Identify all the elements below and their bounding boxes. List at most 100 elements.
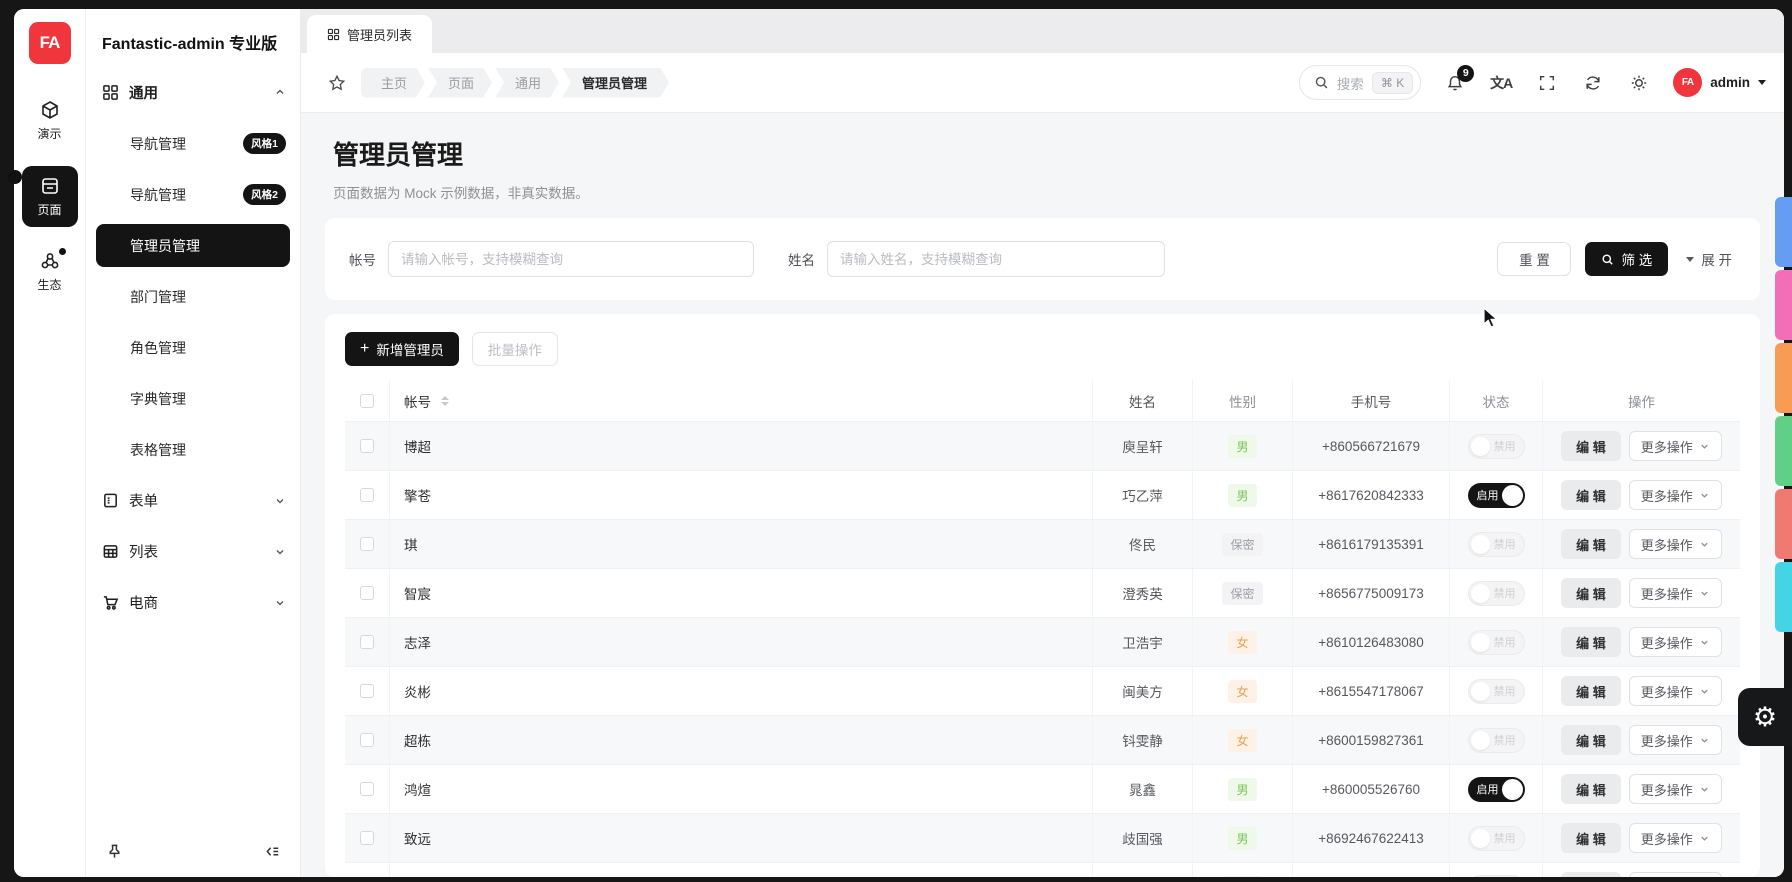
more-actions-button[interactable]: 更多操作 [1628,676,1722,706]
sidebar-item-nav-style1[interactable]: 导航管理 风格1 [86,118,300,169]
theme-color-strip-green[interactable] [1775,416,1792,486]
language-switch-button[interactable]: 文A [1489,71,1513,95]
status-toggle[interactable]: 禁用 [1467,629,1525,655]
settings-gear-button[interactable]: ⚙ [1738,688,1792,746]
app-logo[interactable]: FA [28,22,71,64]
edit-button[interactable]: 编 辑 [1561,431,1621,461]
header-account[interactable]: 帐号 [390,380,1093,421]
sidebar-item-label: 管理员管理 [130,237,200,254]
theme-color-strip-blue[interactable] [1775,197,1792,267]
edit-button[interactable]: 编 辑 [1561,578,1621,608]
rail-item-demo[interactable]: 演示 [22,92,78,150]
row-checkbox[interactable] [360,439,374,453]
more-actions-button[interactable]: 更多操作 [1628,529,1722,559]
edit-button[interactable]: 编 辑 [1561,872,1621,877]
theme-toggle-button[interactable] [1627,71,1651,95]
edit-button[interactable]: 编 辑 [1561,774,1621,804]
rail-item-ecosystem[interactable]: 生态 [22,243,78,301]
status-toggle[interactable]: 禁用 [1467,825,1525,851]
more-actions-button[interactable]: 更多操作 [1628,872,1722,877]
rail-item-pages[interactable]: 页面 [21,166,78,227]
more-actions-button[interactable]: 更多操作 [1628,431,1722,461]
cell-name: 佟民 [1093,520,1193,568]
breadcrumb-general[interactable]: 通用 [495,68,559,98]
sidebar-item-label: 字典管理 [130,390,186,407]
more-actions-button[interactable]: 更多操作 [1628,578,1722,608]
more-actions-button[interactable]: 更多操作 [1628,627,1722,657]
row-checkbox[interactable] [360,586,374,600]
row-checkbox[interactable] [360,488,374,502]
header-name: 姓名 [1093,380,1193,421]
status-toggle[interactable]: 启用 [1467,482,1525,508]
sidebar-group-forms[interactable]: 表单 [86,475,300,526]
sidebar-item-nav-style2[interactable]: 导航管理 风格2 [86,169,300,220]
cell-name: 钭雯静 [1093,716,1193,764]
edit-button[interactable]: 编 辑 [1561,627,1621,657]
status-toggle[interactable]: 禁用 [1467,580,1525,606]
batch-actions-button[interactable]: 批量操作 [471,332,558,366]
edit-button[interactable]: 编 辑 [1561,480,1621,510]
select-all-checkbox[interactable] [360,393,374,408]
notifications-button[interactable]: 9 [1443,64,1475,95]
cell-name: 巧乙萍 [1093,471,1193,519]
theme-color-strip-red[interactable] [1775,489,1792,559]
reset-button[interactable]: 重 置 [1497,242,1572,276]
sidebar-group-lists[interactable]: 列表 [86,526,300,577]
edit-button[interactable]: 编 辑 [1561,676,1621,706]
status-toggle[interactable]: 禁用 [1467,531,1525,557]
sidebar-item-department[interactable]: 部门管理 [86,271,300,322]
row-checkbox[interactable] [360,782,374,796]
row-checkbox[interactable] [360,684,374,698]
sidebar-item-tables[interactable]: 表格管理 [86,424,300,475]
gender-badge: 男 [1228,826,1257,850]
theme-color-strip-pink[interactable] [1775,270,1792,340]
favorite-button[interactable] [321,67,353,99]
name-filter-input[interactable] [827,241,1165,277]
row-checkbox[interactable] [360,831,374,845]
status-toggle[interactable]: 启用 [1467,776,1525,802]
breadcrumb-home[interactable]: 主页 [361,68,425,98]
cell-phone: +8600159827361 [1293,716,1450,764]
global-search[interactable]: 搜索 ⌘ K [1298,65,1422,100]
row-checkbox[interactable] [360,733,374,747]
sidebar-section-general[interactable]: 通用 [86,66,300,118]
more-actions-button[interactable]: 更多操作 [1628,823,1722,853]
sort-icon[interactable] [441,395,449,406]
more-actions-button[interactable]: 更多操作 [1628,774,1722,804]
edit-button[interactable]: 编 辑 [1561,823,1621,853]
status-toggle[interactable]: 禁用 [1467,727,1525,753]
status-toggle[interactable]: 禁用 [1467,433,1525,459]
edit-button[interactable]: 编 辑 [1561,725,1621,755]
chevron-down-icon [1701,542,1708,547]
account-filter-input[interactable] [388,241,754,277]
tab-admin-list[interactable]: 管理员列表 [307,15,433,53]
refresh-button[interactable] [1581,71,1605,95]
filter-button[interactable]: 筛 选 [1585,242,1669,276]
user-menu[interactable]: FA admin [1673,68,1766,97]
collapse-sidebar-button[interactable] [256,835,288,867]
status-toggle[interactable]: 禁用 [1467,678,1525,704]
more-actions-button[interactable]: 更多操作 [1628,480,1722,510]
expand-button[interactable]: 展 开 [1682,242,1736,276]
edit-button[interactable]: 编 辑 [1561,529,1621,559]
chevron-down-icon [1701,738,1708,743]
add-admin-button[interactable]: + 新增管理员 [345,332,459,366]
sidebar-item-role[interactable]: 角色管理 [86,322,300,373]
sidebar-item-label: 导航管理 [130,186,186,203]
cell-name: 晁鑫 [1093,765,1193,813]
secondary-sidebar: Fantastic-admin 专业版 通用 导航管理 风格1 导航管理 风格2… [86,9,301,877]
fullscreen-button[interactable] [1535,71,1559,95]
cell-account: 鸿煊 [390,765,1093,813]
sidebar-item-admin-management[interactable]: 管理员管理 [96,224,290,267]
more-actions-button[interactable]: 更多操作 [1628,725,1722,755]
translate-icon: 文A [1490,74,1513,91]
breadcrumb-pages[interactable]: 页面 [428,68,492,98]
theme-color-strip-orange[interactable] [1775,343,1792,413]
row-checkbox[interactable] [360,537,374,551]
sidebar-item-dictionary[interactable]: 字典管理 [86,373,300,424]
status-toggle[interactable]: 禁用 [1467,874,1525,877]
row-checkbox[interactable] [360,635,374,649]
sidebar-group-ecommerce[interactable]: 电商 [86,577,300,628]
pin-sidebar-button[interactable] [98,835,130,867]
theme-color-strip-cyan[interactable] [1775,562,1792,632]
